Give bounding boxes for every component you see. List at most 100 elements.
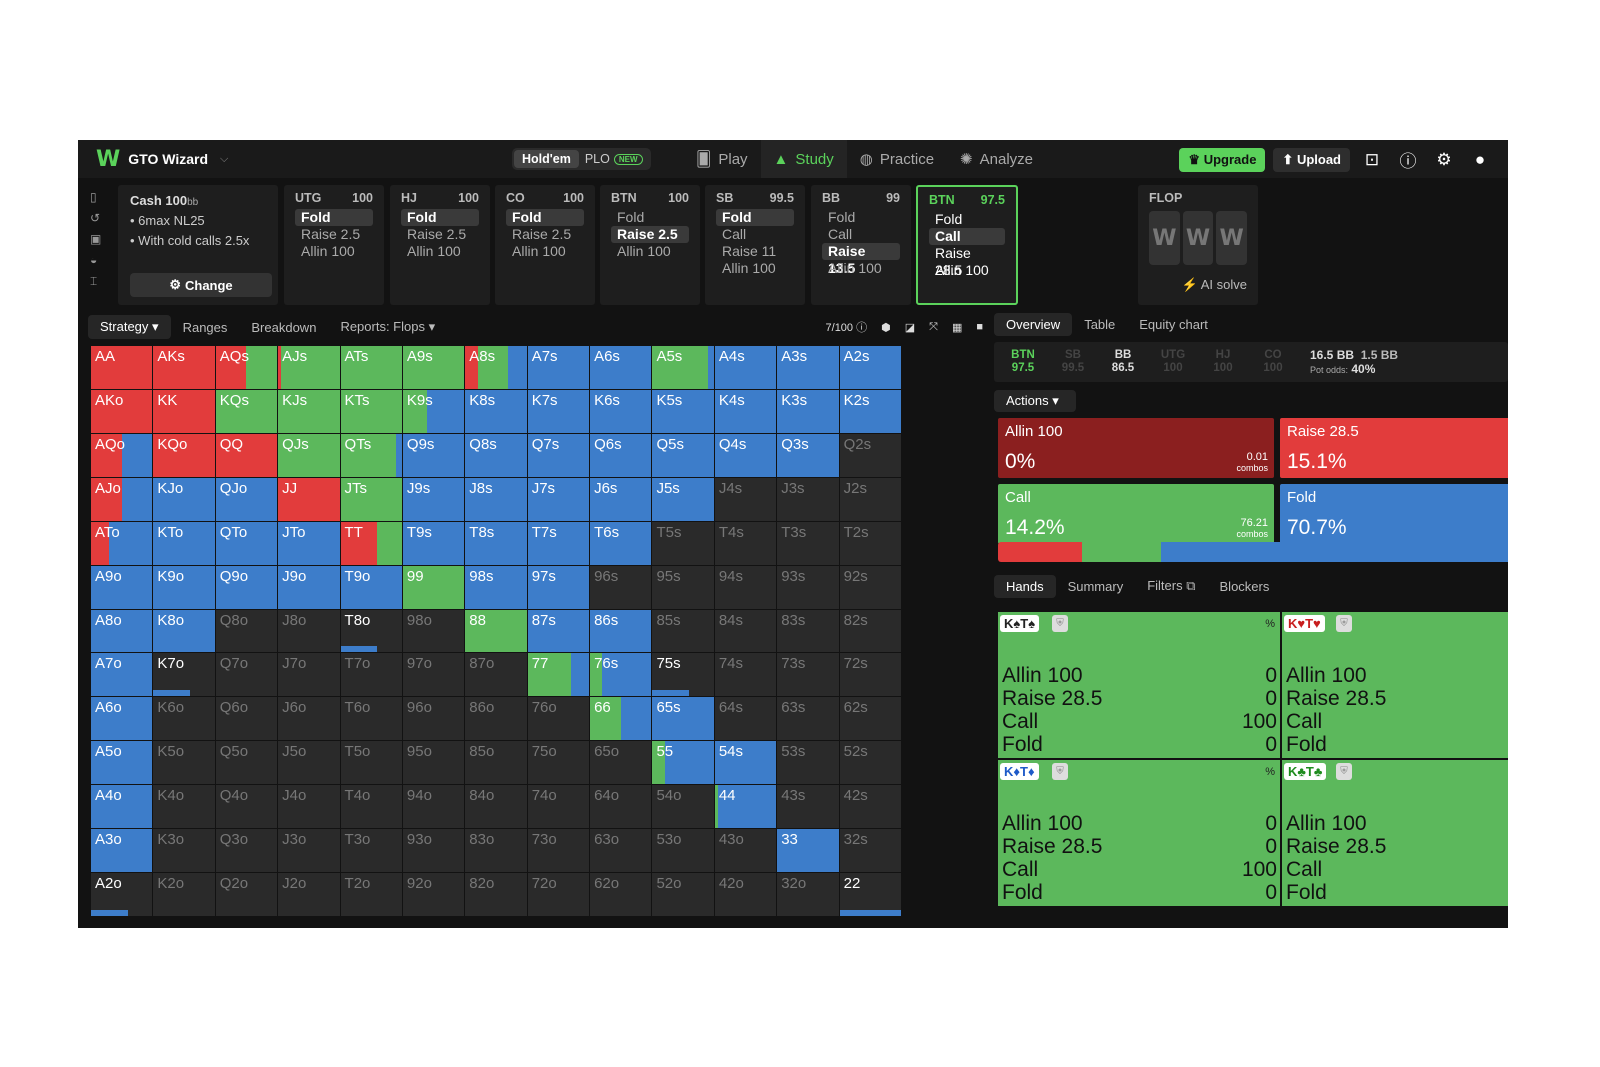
- hand-cell[interactable]: J9s: [402, 477, 465, 521]
- hand-cell[interactable]: K3o: [153, 829, 215, 873]
- hand-cell[interactable]: J2o: [278, 873, 340, 916]
- hand-cell[interactable]: 75s: [652, 653, 714, 697]
- hand-cell[interactable]: 53o: [652, 829, 714, 873]
- holdem-toggle[interactable]: Hold'em: [514, 150, 579, 168]
- hand-cell[interactable]: Q5s: [652, 433, 714, 477]
- hand-combo-card[interactable]: K♠T♠ ⛨% Allin 100 0 Raise 28.5 0 Call 100 Fold 0: [998, 612, 1280, 758]
- hand-cell[interactable]: T5o: [340, 741, 402, 785]
- hand-cell[interactable]: T3s: [777, 521, 839, 565]
- hand-cell[interactable]: 96o: [402, 697, 465, 741]
- hand-cell[interactable]: KJs: [278, 389, 340, 433]
- hand-cell[interactable]: 74o: [527, 785, 590, 829]
- action-option[interactable]: Allin 100: [506, 243, 584, 260]
- hand-cell[interactable]: T7o: [340, 653, 402, 697]
- hand-cell[interactable]: 63o: [590, 829, 652, 873]
- hand-cell[interactable]: ATs: [340, 346, 402, 389]
- hand-cell[interactable]: 98s: [465, 565, 527, 609]
- hand-cell[interactable]: KQs: [215, 389, 278, 433]
- hand-cell[interactable]: AKs: [153, 346, 215, 389]
- action-option[interactable]: Fold: [716, 209, 794, 226]
- hand-cell[interactable]: K5o: [153, 741, 215, 785]
- hand-cell[interactable]: J5s: [652, 477, 714, 521]
- player-stack[interactable]: HJ 100: [1198, 349, 1248, 375]
- hand-cell[interactable]: K4s: [714, 389, 777, 433]
- hand-cell[interactable]: AQs: [215, 346, 278, 389]
- hand-cell[interactable]: 44: [714, 785, 777, 829]
- hand-cell[interactable]: 52o: [652, 873, 714, 916]
- hand-cell[interactable]: TT: [340, 521, 402, 565]
- hand-cell[interactable]: KJo: [153, 477, 215, 521]
- action-option[interactable]: Raise 28.5: [929, 245, 1005, 278]
- hand-cell[interactable]: 94o: [402, 785, 465, 829]
- tab-strategy[interactable]: Strategy ▾: [88, 315, 171, 339]
- action-option[interactable]: Fold: [611, 209, 689, 226]
- hand-cell[interactable]: T7s: [527, 521, 590, 565]
- hand-cell[interactable]: 95s: [652, 565, 714, 609]
- hand-cell[interactable]: ATo: [91, 521, 153, 565]
- action-option[interactable]: Allin 100: [929, 262, 1005, 279]
- hand-cell[interactable]: JTo: [278, 521, 340, 565]
- action-box[interactable]: Allin 100 0% 0.01 combos: [998, 418, 1274, 478]
- hand-cell[interactable]: A6o: [91, 697, 153, 741]
- tab-overview[interactable]: Overview: [994, 312, 1073, 336]
- hand-cell[interactable]: KTo: [153, 521, 215, 565]
- hand-cell[interactable]: 95o: [402, 741, 465, 785]
- hand-cell[interactable]: A9s: [402, 346, 465, 389]
- hand-cell[interactable]: 74s: [714, 653, 777, 697]
- hand-cell[interactable]: Q7s: [527, 433, 590, 477]
- hand-combo-card[interactable]: K♦T♦ ⛨% Allin 100 0 Raise 28.5 0 Call 100 Fold 0: [998, 760, 1280, 906]
- action-option[interactable]: Raise 2.5: [295, 226, 373, 243]
- hand-cell[interactable]: T6o: [340, 697, 402, 741]
- hand-cell[interactable]: K8o: [153, 609, 215, 653]
- hand-cell[interactable]: 65s: [652, 697, 714, 741]
- action-option[interactable]: Allin 100: [401, 243, 479, 260]
- flop-card[interactable]: W: [1149, 211, 1180, 265]
- hand-cell[interactable]: Q3o: [215, 829, 278, 873]
- upload-button[interactable]: ⬆ Upload: [1273, 147, 1350, 172]
- hand-cell[interactable]: Q3s: [777, 433, 839, 477]
- tab-breakdown[interactable]: Breakdown: [239, 316, 328, 339]
- hand-cell[interactable]: 65o: [590, 741, 652, 785]
- hand-cell[interactable]: 54s: [714, 741, 777, 785]
- hand-cell[interactable]: 62o: [590, 873, 652, 916]
- hand-cell[interactable]: 83o: [465, 829, 527, 873]
- hand-cell[interactable]: Q4o: [215, 785, 278, 829]
- hand-cell[interactable]: 42o: [714, 873, 777, 916]
- hand-cell[interactable]: 73o: [527, 829, 590, 873]
- hand-cell[interactable]: 54o: [652, 785, 714, 829]
- tab-reports[interactable]: Reports: Flops ▾: [328, 315, 447, 339]
- hand-cell[interactable]: T4s: [714, 521, 777, 565]
- hand-cell[interactable]: 88: [465, 609, 527, 653]
- hand-cell[interactable]: 76s: [590, 653, 652, 697]
- hand-cell[interactable]: 99: [402, 565, 465, 609]
- nav-study[interactable]: ▲ Study: [760, 140, 847, 178]
- change-button[interactable]: ⚙ Change: [130, 273, 272, 297]
- user-icon[interactable]: ●: [1466, 150, 1494, 170]
- hand-cell[interactable]: K6s: [590, 389, 652, 433]
- action-box[interactable]: Call 14.2% 76.21 combos: [998, 484, 1274, 544]
- hand-cell[interactable]: 93s: [777, 565, 839, 609]
- hand-cell[interactable]: A7o: [91, 653, 153, 697]
- player-stack[interactable]: SB 99.5: [1048, 349, 1098, 375]
- action-option[interactable]: Call: [929, 228, 1005, 245]
- hand-cell[interactable]: T5s: [652, 521, 714, 565]
- nav-practice[interactable]: ◍ Practice: [847, 140, 947, 178]
- action-option[interactable]: Raise 2.5: [506, 226, 584, 243]
- hand-cell[interactable]: 94s: [714, 565, 777, 609]
- action-option[interactable]: Allin 100: [716, 260, 794, 277]
- hand-cell[interactable]: AJs: [278, 346, 340, 389]
- hand-cell[interactable]: 77: [527, 653, 590, 697]
- hand-cell[interactable]: 86s: [590, 609, 652, 653]
- hand-cell[interactable]: KQo: [153, 433, 215, 477]
- bookmark-icon[interactable]: ▯: [90, 190, 101, 204]
- hand-cell[interactable]: 55: [652, 741, 714, 785]
- hand-cell[interactable]: 43s: [777, 785, 839, 829]
- tab-filters[interactable]: Filters ⧉: [1135, 574, 1207, 598]
- hand-cell[interactable]: K7o: [153, 653, 215, 697]
- hand-cell[interactable]: 76o: [527, 697, 590, 741]
- hand-cell[interactable]: A2s: [839, 346, 901, 389]
- hand-cell[interactable]: T2o: [340, 873, 402, 916]
- hand-cell[interactable]: A3s: [777, 346, 839, 389]
- hand-cell[interactable]: J7s: [527, 477, 590, 521]
- action-option[interactable]: Fold: [295, 209, 373, 226]
